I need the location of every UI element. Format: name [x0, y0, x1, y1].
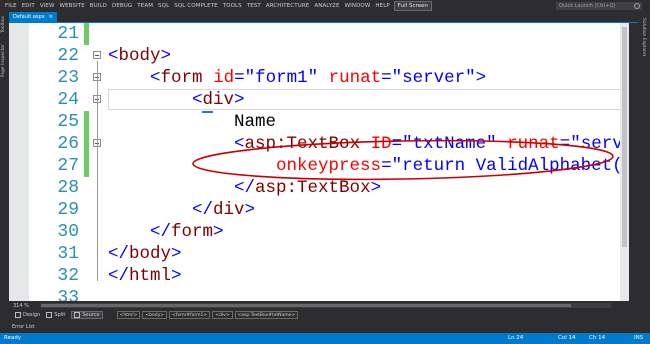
menu-help[interactable]: HELP	[375, 3, 389, 9]
menu-test[interactable]: TEST	[247, 3, 261, 9]
scroll-thumb[interactable]	[622, 27, 627, 247]
menu-tools[interactable]: TOOLS	[223, 3, 242, 9]
breadcrumb-item[interactable]: <asp:TextBox#txtName>	[234, 311, 299, 319]
menu-team[interactable]: TEAM	[137, 3, 153, 9]
document-tab-bar: Default.aspx ✕	[9, 12, 638, 23]
design-label: Design	[23, 312, 41, 318]
status-column: Col 14	[558, 335, 576, 341]
status-ready: Ready	[4, 335, 22, 341]
source-icon	[74, 312, 81, 318]
code-editor[interactable]: 21 22 <body> 23 <form id="form1" runat="…	[9, 23, 629, 301]
breadcrumb: <html> <body> <form#form1> <div> <asp:Te…	[116, 311, 301, 319]
split-icon	[46, 312, 53, 318]
toolbox-tab[interactable]: Toolbox	[1, 16, 6, 33]
fullscreen-button[interactable]: Full Screen	[393, 1, 432, 11]
menu-analyze[interactable]: ANALYZE	[314, 3, 339, 9]
scroll-thumb[interactable]	[40, 304, 571, 307]
status-line: Ln 24	[508, 335, 524, 341]
menu-sql-complete[interactable]: SQL COMPLETE	[174, 3, 217, 9]
source-view-button[interactable]: Source	[71, 311, 103, 319]
annotation-ellipse	[192, 139, 614, 181]
menu-build[interactable]: BUILD	[90, 3, 107, 9]
menu-debug[interactable]: DEBUG	[112, 3, 132, 9]
menu-architecture[interactable]: ARCHITECTURE	[266, 3, 309, 9]
menu-website[interactable]: WEBSITE	[60, 3, 85, 9]
breadcrumb-item[interactable]: <body>	[142, 311, 168, 319]
breadcrumb-item[interactable]: <form#form1>	[169, 311, 211, 319]
page-inspector-tab[interactable]: Page Inspector	[1, 44, 6, 77]
zoom-bar: 314 %	[9, 301, 629, 310]
split-label: Split	[54, 312, 66, 318]
menu-window[interactable]: WINDOW	[345, 3, 371, 9]
split-view-button[interactable]: Split	[46, 312, 65, 318]
search-icon	[634, 3, 640, 9]
menu-edit[interactable]: EDIT	[22, 3, 35, 9]
quick-launch-placeholder: Quick Launch (Ctrl+Q)	[559, 3, 616, 9]
menu-sql[interactable]: SQL	[158, 3, 169, 9]
solution-explorer-tab[interactable]: Solution Explorer	[641, 18, 646, 57]
status-insert-mode: INS	[634, 335, 644, 341]
horizontal-scrollbar[interactable]	[40, 303, 611, 308]
design-view-button[interactable]: Design	[15, 312, 40, 318]
close-icon[interactable]: ✕	[49, 14, 53, 20]
error-list-label: Error List	[12, 323, 35, 330]
zoom-level[interactable]: 314 %	[13, 303, 29, 309]
vertical-scrollbar[interactable]	[620, 23, 629, 301]
design-icon	[15, 312, 21, 318]
status-bar: Ready Ln 24 Col 14 Ch 14 INS	[0, 333, 650, 344]
error-list-tab[interactable]: Error List	[9, 320, 629, 333]
menu-file[interactable]: FILE	[5, 3, 17, 9]
document-tab-label: Default.aspx	[13, 14, 45, 20]
right-tool-rail: Solution Explorer	[638, 12, 650, 333]
breadcrumb-item[interactable]: <html>	[116, 311, 141, 319]
menu-bar: FILE EDIT VIEW WEBSITE BUILD DEBUG TEAM …	[0, 0, 650, 12]
document-tab-default-aspx[interactable]: Default.aspx ✕	[9, 12, 57, 22]
breadcrumb-item[interactable]: <div>	[212, 311, 233, 319]
view-bar: Design Split Source <html> <body> <form#…	[9, 310, 629, 320]
source-label: Source	[82, 312, 100, 318]
status-char: Ch 14	[589, 335, 606, 341]
quick-launch-input[interactable]: Quick Launch (Ctrl+Q)	[556, 2, 642, 10]
menu-view[interactable]: VIEW	[40, 3, 55, 9]
left-tool-rail: Toolbox Page Inspector	[0, 12, 9, 333]
